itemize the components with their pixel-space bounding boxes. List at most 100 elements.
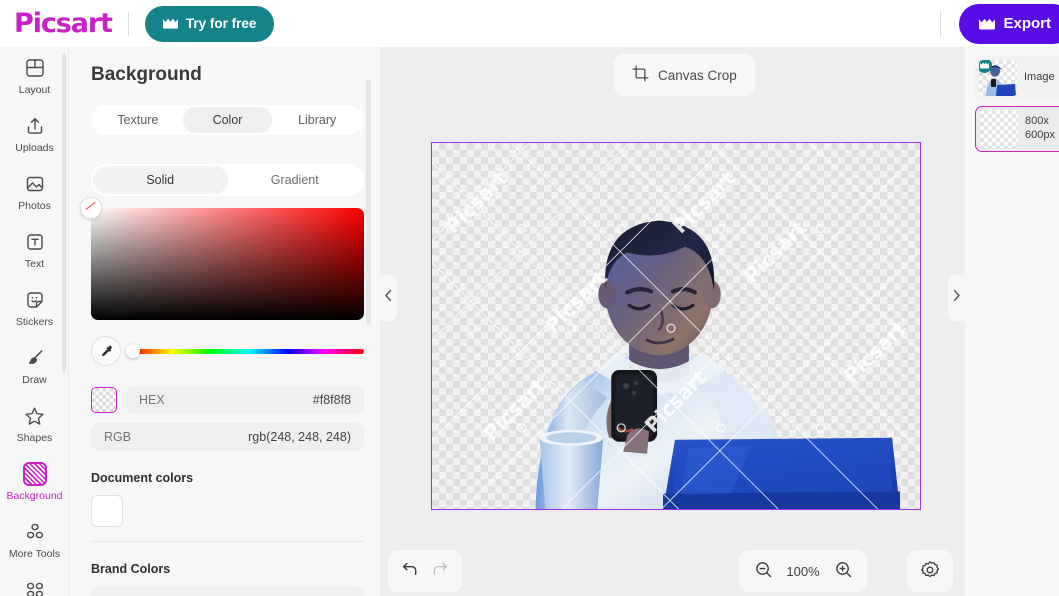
fill-type-tabs: Solid Gradient xyxy=(91,164,364,196)
sidebar-item-label: Shapes xyxy=(16,432,53,445)
tool-rail: Layout Uploads Photos Text Stickers Draw… xyxy=(0,47,69,596)
hue-slider-track[interactable] xyxy=(126,344,364,358)
sidebar-item-text[interactable]: Text xyxy=(0,221,68,279)
try-for-free-button[interactable]: Try for free xyxy=(144,5,275,42)
history-toolbar xyxy=(388,550,462,592)
layer-label: 800x 600px xyxy=(1025,115,1055,141)
collages-icon xyxy=(23,578,47,596)
topbar-right-group: Export xyxy=(940,0,1059,47)
topbar-divider xyxy=(127,11,129,36)
sidebar-item-label: Text xyxy=(24,258,45,271)
canvas-artwork xyxy=(535,220,901,509)
current-color-swatch[interactable] xyxy=(91,387,117,413)
undo-icon xyxy=(400,560,419,582)
sidebar-item-label: Uploads xyxy=(15,142,54,155)
layer-item-canvas[interactable]: 800x 600px xyxy=(975,106,1059,152)
tab-gradient[interactable]: Gradient xyxy=(228,166,363,194)
tab-library[interactable]: Library xyxy=(272,107,362,133)
brush-icon xyxy=(23,346,47,370)
tab-color[interactable]: Color xyxy=(182,107,273,133)
sidebar-item-more-tools[interactable]: More Tools xyxy=(0,511,68,569)
sidebar-item-label: Photos xyxy=(18,200,51,213)
hex-row: HEX #f8f8f8 xyxy=(91,386,364,414)
sidebar-item-collages[interactable]: Collages xyxy=(0,569,68,596)
crown-icon xyxy=(162,18,178,29)
eyedropper-button[interactable] xyxy=(91,336,121,366)
text-icon xyxy=(23,230,47,254)
sidebar-item-label: Layout xyxy=(18,84,51,97)
settings-button[interactable] xyxy=(916,557,944,585)
canvas-stage: Canvas Crop Picsart Picsart Picsart Pics… xyxy=(380,47,965,596)
zoom-out-icon xyxy=(754,560,773,582)
picsart-logo[interactable]: Picsart xyxy=(14,10,113,37)
background-panel: Background Texture Color Library Solid G… xyxy=(69,47,380,596)
collapse-right-panel-button[interactable] xyxy=(948,275,965,321)
hue-slider-row xyxy=(91,336,364,366)
document-colors-title: Document colors xyxy=(91,471,194,485)
photo-icon xyxy=(23,172,47,196)
canvas-crop-label: Canvas Crop xyxy=(658,67,737,83)
saturation-value-handle[interactable] xyxy=(80,197,102,219)
layout-icon xyxy=(23,56,47,80)
tab-solid[interactable]: Solid xyxy=(93,166,228,194)
crown-icon xyxy=(979,18,996,30)
crop-icon xyxy=(632,65,649,85)
canvas[interactable]: Picsart Picsart Picsart Picsart Picsart … xyxy=(431,142,921,510)
gear-icon xyxy=(920,560,940,583)
background-source-tabs: Texture Color Library xyxy=(91,105,364,135)
panel-scrollbar[interactable] xyxy=(366,79,371,325)
collapse-left-panel-button[interactable] xyxy=(380,275,397,321)
topbar-right-divider xyxy=(940,10,942,37)
canvas-crop-button[interactable]: Canvas Crop xyxy=(614,54,755,96)
redo-button[interactable] xyxy=(427,557,455,585)
sidebar-item-photos[interactable]: Photos xyxy=(0,163,68,221)
sidebar-item-label: Stickers xyxy=(15,316,54,329)
chevron-left-icon xyxy=(384,289,393,307)
panel-title: Background xyxy=(91,64,202,85)
sidebar-item-stickers[interactable]: Stickers xyxy=(0,279,68,337)
rail-scrollbar[interactable] xyxy=(62,53,66,373)
picsart-editor: Picsart Try for free Export Layout Uploa… xyxy=(0,0,1059,596)
star-icon xyxy=(23,404,47,428)
hue-slider-handle[interactable] xyxy=(126,344,140,358)
chevron-right-icon xyxy=(952,289,961,307)
document-color-swatch[interactable] xyxy=(91,495,123,527)
undo-button[interactable] xyxy=(396,557,424,585)
sidebar-item-uploads[interactable]: Uploads xyxy=(0,105,68,163)
zoom-out-button[interactable] xyxy=(749,557,777,585)
sidebar-item-shapes[interactable]: Shapes xyxy=(0,395,68,453)
rgb-value: rgb(248, 248, 248) xyxy=(248,430,351,444)
sidebar-item-draw[interactable]: Draw xyxy=(0,337,68,395)
more-tools-icon xyxy=(23,520,47,544)
brand-colors-cta[interactable]: Add your brand colors for easy access xyxy=(91,586,364,596)
zoom-toolbar: 100% xyxy=(739,550,867,592)
tab-texture[interactable]: Texture xyxy=(93,107,183,133)
saturation-value-picker[interactable] xyxy=(80,197,364,320)
hex-label: HEX xyxy=(139,393,165,407)
hex-value: #f8f8f8 xyxy=(312,393,351,407)
zoom-level-value[interactable]: 100% xyxy=(783,564,823,579)
layers-panel: Image 800x 600px xyxy=(965,47,1059,596)
rgb-label: RGB xyxy=(104,430,132,444)
try-for-free-label: Try for free xyxy=(185,16,257,31)
zoom-in-button[interactable] xyxy=(829,557,857,585)
sidebar-item-layout[interactable]: Layout xyxy=(0,47,68,105)
sidebar-item-label: Background xyxy=(6,490,63,503)
hex-field[interactable]: HEX #f8f8f8 xyxy=(126,386,364,414)
saturation-value-gradient[interactable] xyxy=(91,208,364,320)
canvas-settings-toolbar xyxy=(907,550,953,592)
sidebar-item-label: Draw xyxy=(22,374,47,387)
brand-colors-title: Brand Colors xyxy=(91,562,171,576)
sidebar-item-background[interactable]: Background xyxy=(0,453,68,511)
export-button[interactable]: Export xyxy=(959,3,1059,44)
upload-icon xyxy=(23,114,47,138)
redo-icon xyxy=(431,560,450,582)
background-icon xyxy=(22,462,47,487)
layer-thumbnail xyxy=(979,60,1017,96)
panel-divider xyxy=(91,541,364,542)
sticker-icon xyxy=(23,288,47,312)
zoom-in-icon xyxy=(834,560,853,582)
export-label: Export xyxy=(1003,15,1051,32)
rgb-field[interactable]: RGB rgb(248, 248, 248) xyxy=(91,423,364,451)
layer-item-image[interactable]: Image xyxy=(975,56,1059,100)
